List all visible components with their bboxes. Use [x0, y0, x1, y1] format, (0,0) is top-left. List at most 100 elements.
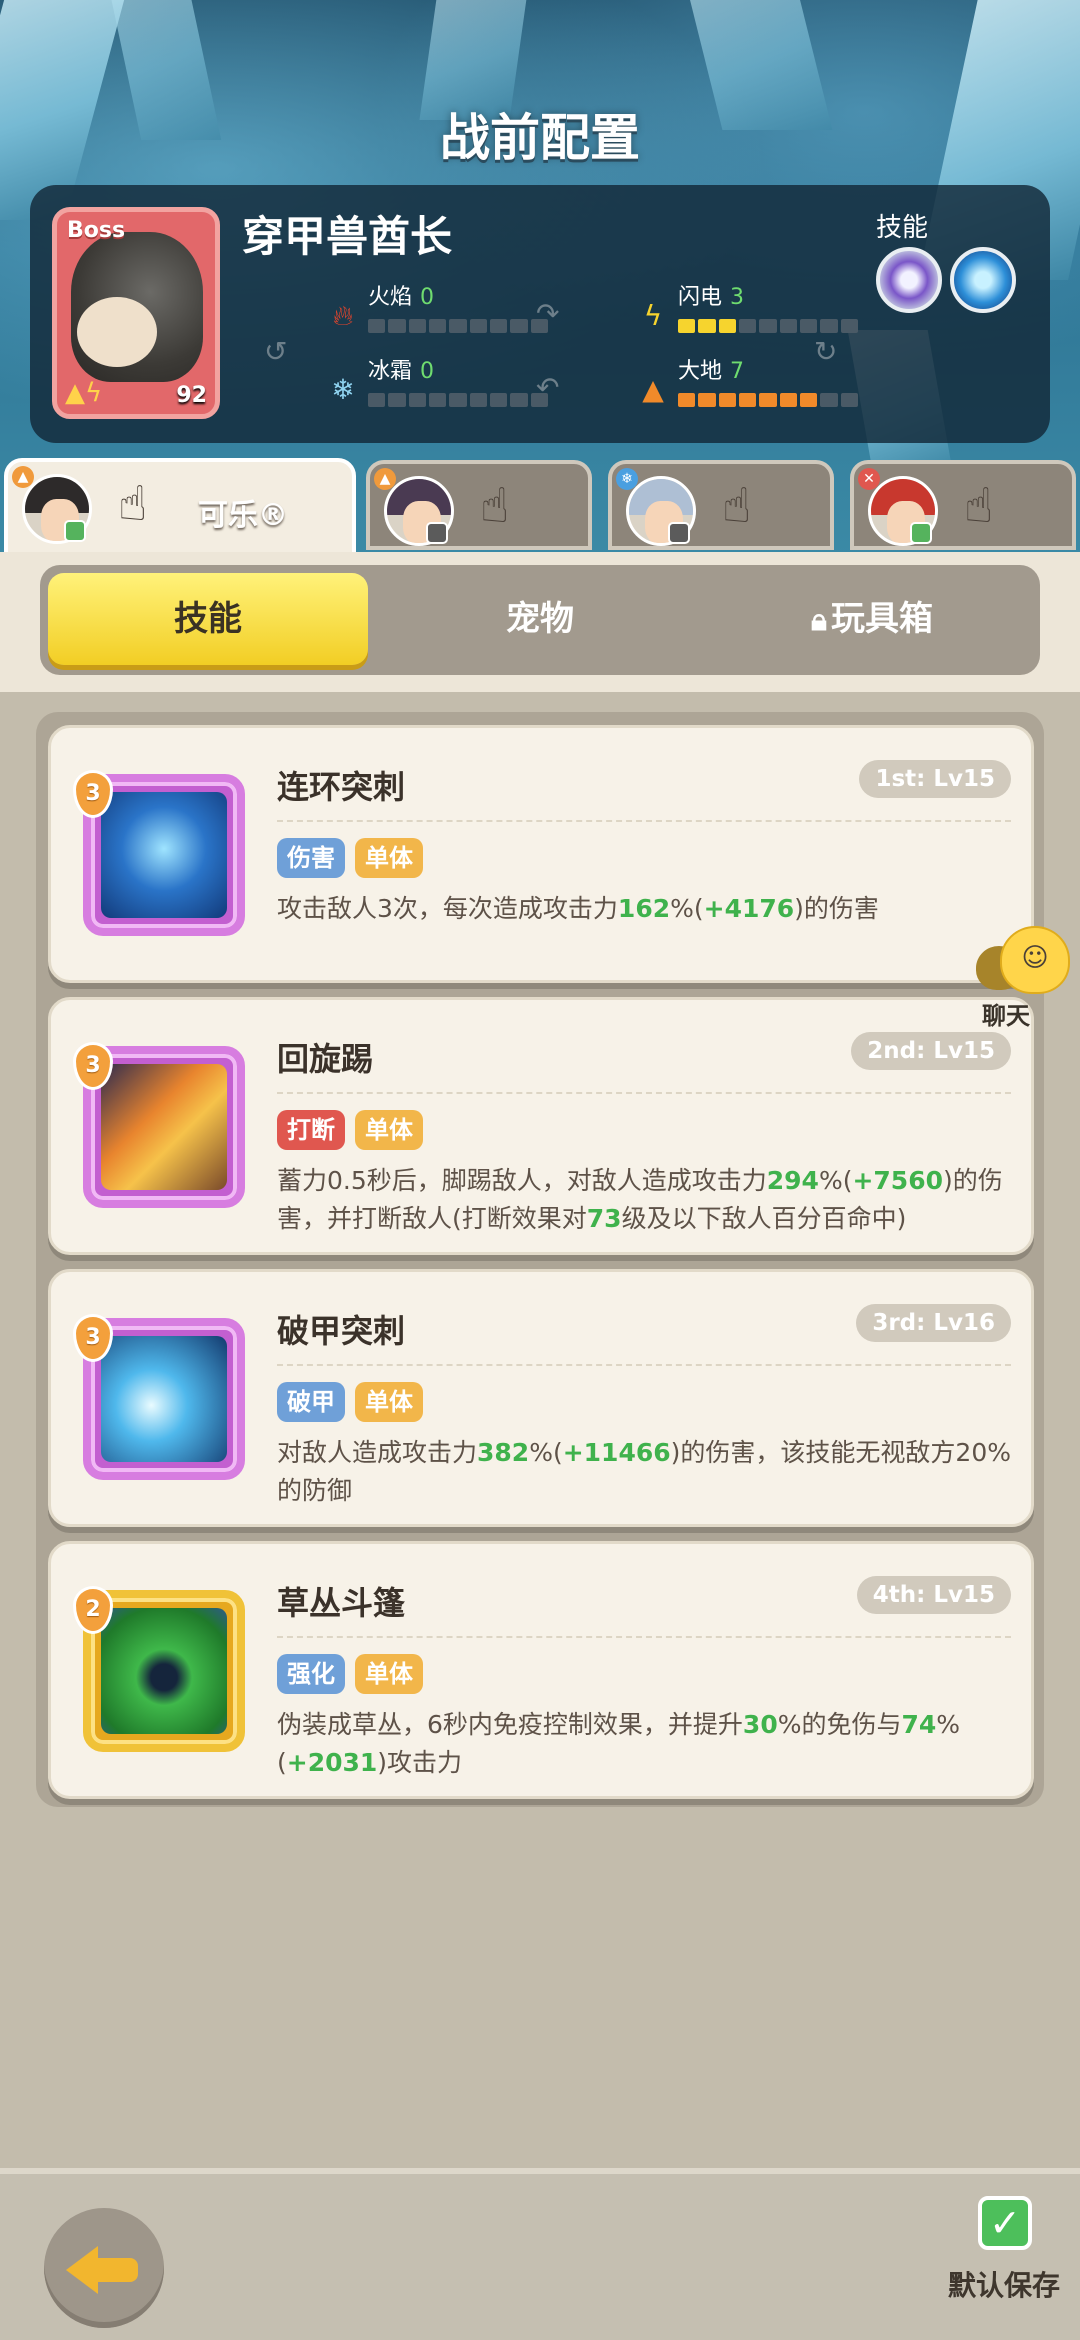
earth-bar [678, 393, 858, 407]
stat-bar-segment [449, 319, 467, 333]
stat-bar-segment [759, 319, 777, 333]
cycle-arrow-icon: ↶ [536, 371, 560, 404]
skill-title: 回旋踢 [277, 1040, 374, 1078]
skill-description: 攻击敌人3次，每次造成攻击力162%(+4176)的伤害 [277, 894, 879, 923]
boss-panel: Boss ▲ϟ 92 穿甲兽酋长 🔥︎ 火焰 0 ϟ 闪电 3 ❄ 冰霜 0 ▲ 大地… [30, 185, 1050, 443]
tab-skills[interactable]: 技能 [48, 573, 368, 665]
chat-button[interactable]: ☺ 聊天 [970, 920, 1080, 1030]
stat-bar-segment [678, 319, 696, 333]
skill-card[interactable]: 2 草丛斗篷 4th: Lv15 强化 单体 伪装成草丛，6秒内免疫控制效果，并… [48, 1541, 1034, 1799]
stat-bar-segment [489, 393, 508, 407]
stat-bar-segment [820, 319, 838, 333]
skill-card[interactable]: 3 连环突刺 1st: Lv15 伤害 单体 攻击敌人3次，每次造成攻击力162… [48, 725, 1034, 983]
stat-bar-segment [718, 319, 736, 333]
hero-tab-2[interactable]: ▲ ☝ [366, 460, 592, 550]
stat-bar-segment [738, 393, 757, 407]
stat-bar-segment [840, 319, 858, 333]
stat-bar-segment [779, 319, 797, 333]
skill-description: 伪装成草丛，6秒内免疫控制效果，并提升30%的免伤与74%(+2031)攻击力 [277, 1710, 961, 1777]
boss-skills-label: 技能 [875, 213, 928, 243]
stat-bar-segment [408, 319, 426, 333]
stat-lightning: ϟ 闪电 3 [644, 279, 858, 333]
lock-icon: 🔒︎ [811, 603, 827, 638]
cycle-arrow-icon: ↷ [536, 297, 560, 330]
cycle-arrow-icon: ↺ [264, 335, 288, 368]
stat-bar-segment [718, 393, 736, 407]
online-status-icon [64, 520, 86, 542]
stat-fire: 🔥︎ 火焰 0 [333, 279, 548, 333]
boss-name: 穿甲兽酋长 [242, 212, 453, 261]
stat-bar-segment [368, 319, 386, 333]
boss-skill-icon-2[interactable] [950, 247, 1016, 313]
back-arrow-icon [66, 2246, 98, 2294]
boss-element-icons: ▲ϟ [65, 378, 103, 408]
skill-card[interactable]: 3 回旋踢 2nd: Lv15 打断 单体 蓄力0.5秒后，脚踢敌人，对敌人造成… [48, 997, 1034, 1255]
tab-toybox[interactable]: 🔒︎ 玩具箱 [712, 573, 1032, 665]
boss-skill-icon-1[interactable] [876, 247, 942, 313]
fire-badge-icon: ✕ [858, 468, 880, 490]
stat-bar-segment [840, 393, 858, 407]
stat-bar-segment [738, 319, 757, 333]
stat-bar-segment [799, 319, 818, 333]
skill-tag: 破甲 [277, 1382, 345, 1422]
stat-bar-segment [428, 319, 447, 333]
snowflake-icon: ❄ [331, 373, 355, 406]
default-save-label: 默认保存 [947, 2269, 1060, 2302]
hero-name: 可乐® [198, 498, 288, 533]
skill-tag: 伤害 [277, 838, 345, 878]
stat-bar-segment [759, 393, 777, 407]
hero-tab-1[interactable]: ▲ ☝ 可乐® [4, 458, 356, 558]
stat-bar-segment [698, 319, 716, 333]
stat-bar-segment [469, 393, 487, 407]
default-save-checkbox[interactable]: ✓ [978, 2196, 1032, 2250]
stat-bar-segment [428, 393, 447, 407]
skill-tag: 单体 [355, 1654, 423, 1694]
stat-bar-segment [678, 393, 696, 407]
stat-bar-segment [388, 319, 406, 333]
skill-tag: 单体 [355, 838, 423, 878]
boss-tag: Boss [67, 218, 126, 243]
skill-tag: 单体 [355, 1382, 423, 1422]
skill-rank: 4th: Lv15 [856, 1576, 1011, 1614]
stat-bar-segment [799, 393, 818, 407]
lightning-icon: ϟ [643, 299, 663, 332]
earth-badge-icon: ▲ [12, 466, 34, 488]
online-status-icon [910, 522, 932, 544]
lightning-figure-icon [101, 792, 227, 918]
armor-pierce-icon [101, 1336, 227, 1462]
stat-bar-segment [469, 319, 487, 333]
stat-bar-segment [779, 393, 797, 407]
tap-hand-icon: ☝ [118, 476, 148, 532]
offline-status-icon [426, 522, 448, 544]
skill-title: 草丛斗篷 [277, 1584, 406, 1622]
boss-level: 92 [176, 383, 207, 408]
stat-bar-segment [820, 393, 838, 407]
page-title: 战前配置 [440, 109, 640, 167]
stat-bar-segment [510, 393, 528, 407]
cycle-arrow-icon: ↻ [814, 335, 838, 368]
hero-tab-4[interactable]: ✕ ☝ [850, 460, 1076, 550]
offline-status-icon [668, 522, 690, 544]
skill-card[interactable]: 3 破甲突刺 3rd: Lv16 破甲 单体 对敌人造成攻击力382%(+114… [48, 1269, 1034, 1527]
tab-pets[interactable]: 宠物 [380, 573, 700, 665]
hero-tab-3[interactable]: ❄ ☝ [608, 460, 834, 550]
lightning-bar [678, 319, 858, 333]
stat-bar-segment [489, 319, 508, 333]
skill-tag: 打断 [277, 1110, 345, 1150]
fire-icon: 🔥︎ [332, 299, 354, 332]
skill-tag: 强化 [277, 1654, 345, 1694]
stat-bar-segment [368, 393, 386, 407]
mountain-icon: ▲ [642, 373, 664, 406]
boss-card[interactable]: Boss ▲ϟ 92 [52, 207, 220, 419]
chat-smiley-icon: ☺ [1000, 926, 1070, 994]
stat-bar-segment [388, 393, 406, 407]
skill-tag: 单体 [355, 1110, 423, 1150]
stat-bar-segment [510, 319, 528, 333]
ice-badge-icon: ❄ [616, 468, 638, 490]
bush-cloak-icon [101, 1608, 227, 1734]
ice-bar [368, 393, 548, 407]
chat-label: 聊天 [982, 1002, 1030, 1030]
fire-bar [368, 319, 548, 333]
back-button[interactable] [44, 2208, 164, 2328]
tap-hand-icon: ☝ [480, 478, 510, 534]
